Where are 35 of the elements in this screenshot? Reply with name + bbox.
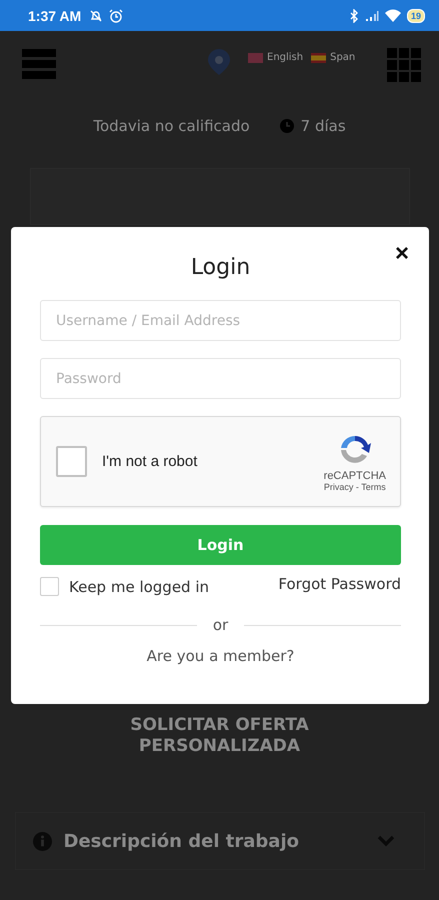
info-icon <box>32 832 52 850</box>
wifi-icon <box>384 9 401 22</box>
rating-status: Todavia no calificado <box>93 117 250 135</box>
bluetooth-icon <box>350 8 359 22</box>
username-field[interactable]: Username / Email Address <box>40 300 401 341</box>
flag-icon <box>311 52 326 62</box>
flag-icon <box>248 52 263 62</box>
chevron-icon[interactable] <box>376 834 396 848</box>
signal-icon <box>364 10 379 22</box>
alarm-icon <box>109 8 124 22</box>
remember-checkbox[interactable] <box>40 577 59 596</box>
section-title: Descripción del trabajo <box>64 830 299 852</box>
privacy-terms-links[interactable]: Privacy - Terms <box>324 482 386 492</box>
menu-icon[interactable] <box>22 49 56 79</box>
status-time: 1:37 AM <box>28 8 82 24</box>
location-pin-icon <box>206 48 232 76</box>
apps-grid-icon[interactable] <box>387 48 421 82</box>
captcha-label: I'm not a robot <box>102 453 198 470</box>
dialog-title: Login <box>190 254 252 282</box>
clock-icon <box>280 119 294 133</box>
divider-text: or <box>212 616 228 634</box>
remember-label: Keep me logged in <box>69 578 210 596</box>
request-offer-button[interactable]: SOLICITAR OFERTA PERSONALIZADA <box>94 715 344 757</box>
battery-icon: 19 <box>406 8 425 22</box>
recaptcha-brand: reCAPTCHA <box>324 470 386 482</box>
forgot-password-link[interactable]: Forgot Password <box>278 574 401 592</box>
member-link[interactable]: Are you a member? <box>146 647 294 665</box>
password-field[interactable]: Password <box>40 358 401 399</box>
close-button[interactable]: × <box>394 242 409 266</box>
language-link[interactable]: English <box>248 52 304 63</box>
duration-text: 7 días <box>300 117 346 135</box>
notifications-off-icon <box>89 8 104 22</box>
language-link[interactable]: Span <box>311 52 356 63</box>
captcha-checkbox[interactable] <box>56 446 87 477</box>
section-header[interactable]: Descripción del trabajo <box>14 812 424 870</box>
